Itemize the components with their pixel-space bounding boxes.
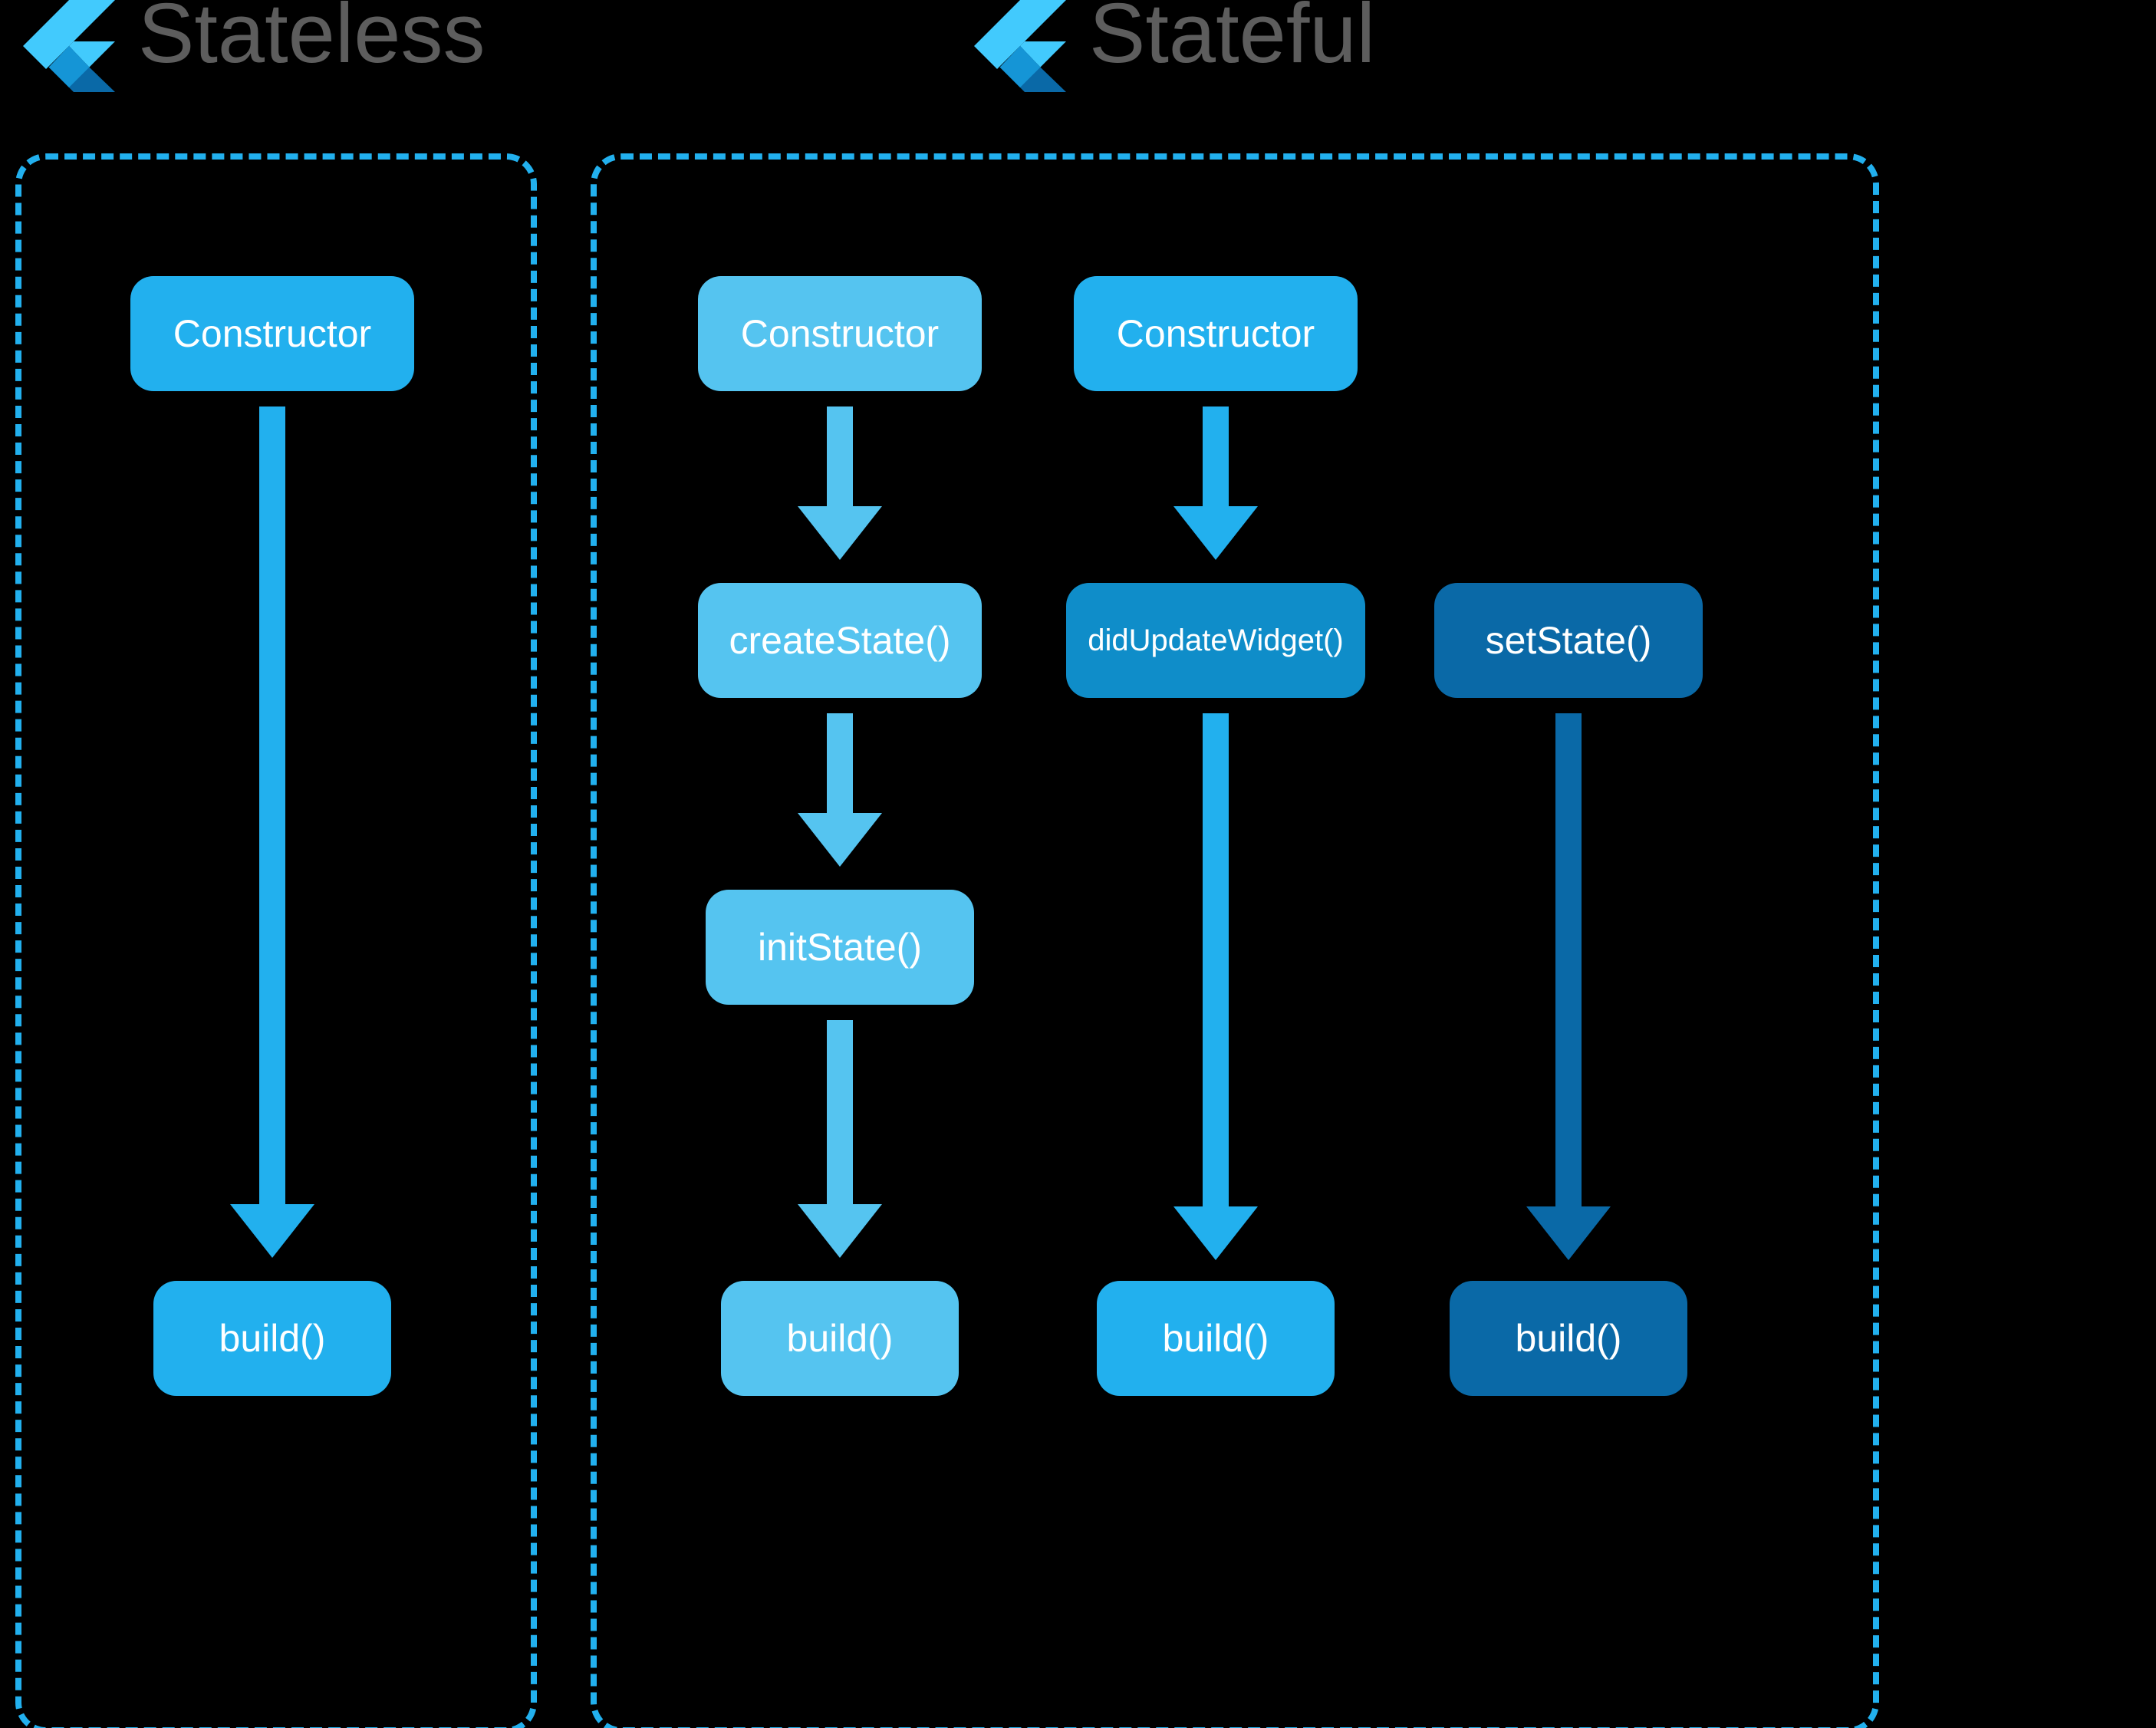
arrow-icon bbox=[1173, 406, 1258, 560]
node-stateless-constructor: Constructor bbox=[130, 276, 414, 391]
flutter-logo-icon bbox=[23, 0, 115, 92]
stateless-title: Stateless bbox=[138, 0, 485, 82]
node-stateful-build-3: build() bbox=[1450, 1281, 1687, 1396]
arrow-icon bbox=[798, 406, 882, 560]
arrow-icon bbox=[798, 1020, 882, 1258]
arrow-icon bbox=[1526, 713, 1611, 1260]
node-setstate: setState() bbox=[1434, 583, 1703, 698]
node-initstate: initState() bbox=[706, 890, 974, 1005]
node-createstate: createState() bbox=[698, 583, 982, 698]
stateful-title: Stateful bbox=[1089, 0, 1375, 82]
node-stateful-constructor-1: Constructor bbox=[698, 276, 982, 391]
node-didupdatewidget: didUpdateWidget() bbox=[1066, 583, 1365, 698]
node-stateful-build-1: build() bbox=[721, 1281, 959, 1396]
node-stateless-build: build() bbox=[153, 1281, 391, 1396]
arrow-icon bbox=[798, 713, 882, 867]
flutter-logo-icon bbox=[974, 0, 1066, 92]
arrow-icon bbox=[230, 406, 314, 1258]
arrow-icon bbox=[1173, 713, 1258, 1260]
node-stateful-constructor-2: Constructor bbox=[1074, 276, 1358, 391]
node-stateful-build-2: build() bbox=[1097, 1281, 1335, 1396]
diagram-canvas: Stateless Stateful Constructor build() C… bbox=[0, 0, 2156, 1728]
